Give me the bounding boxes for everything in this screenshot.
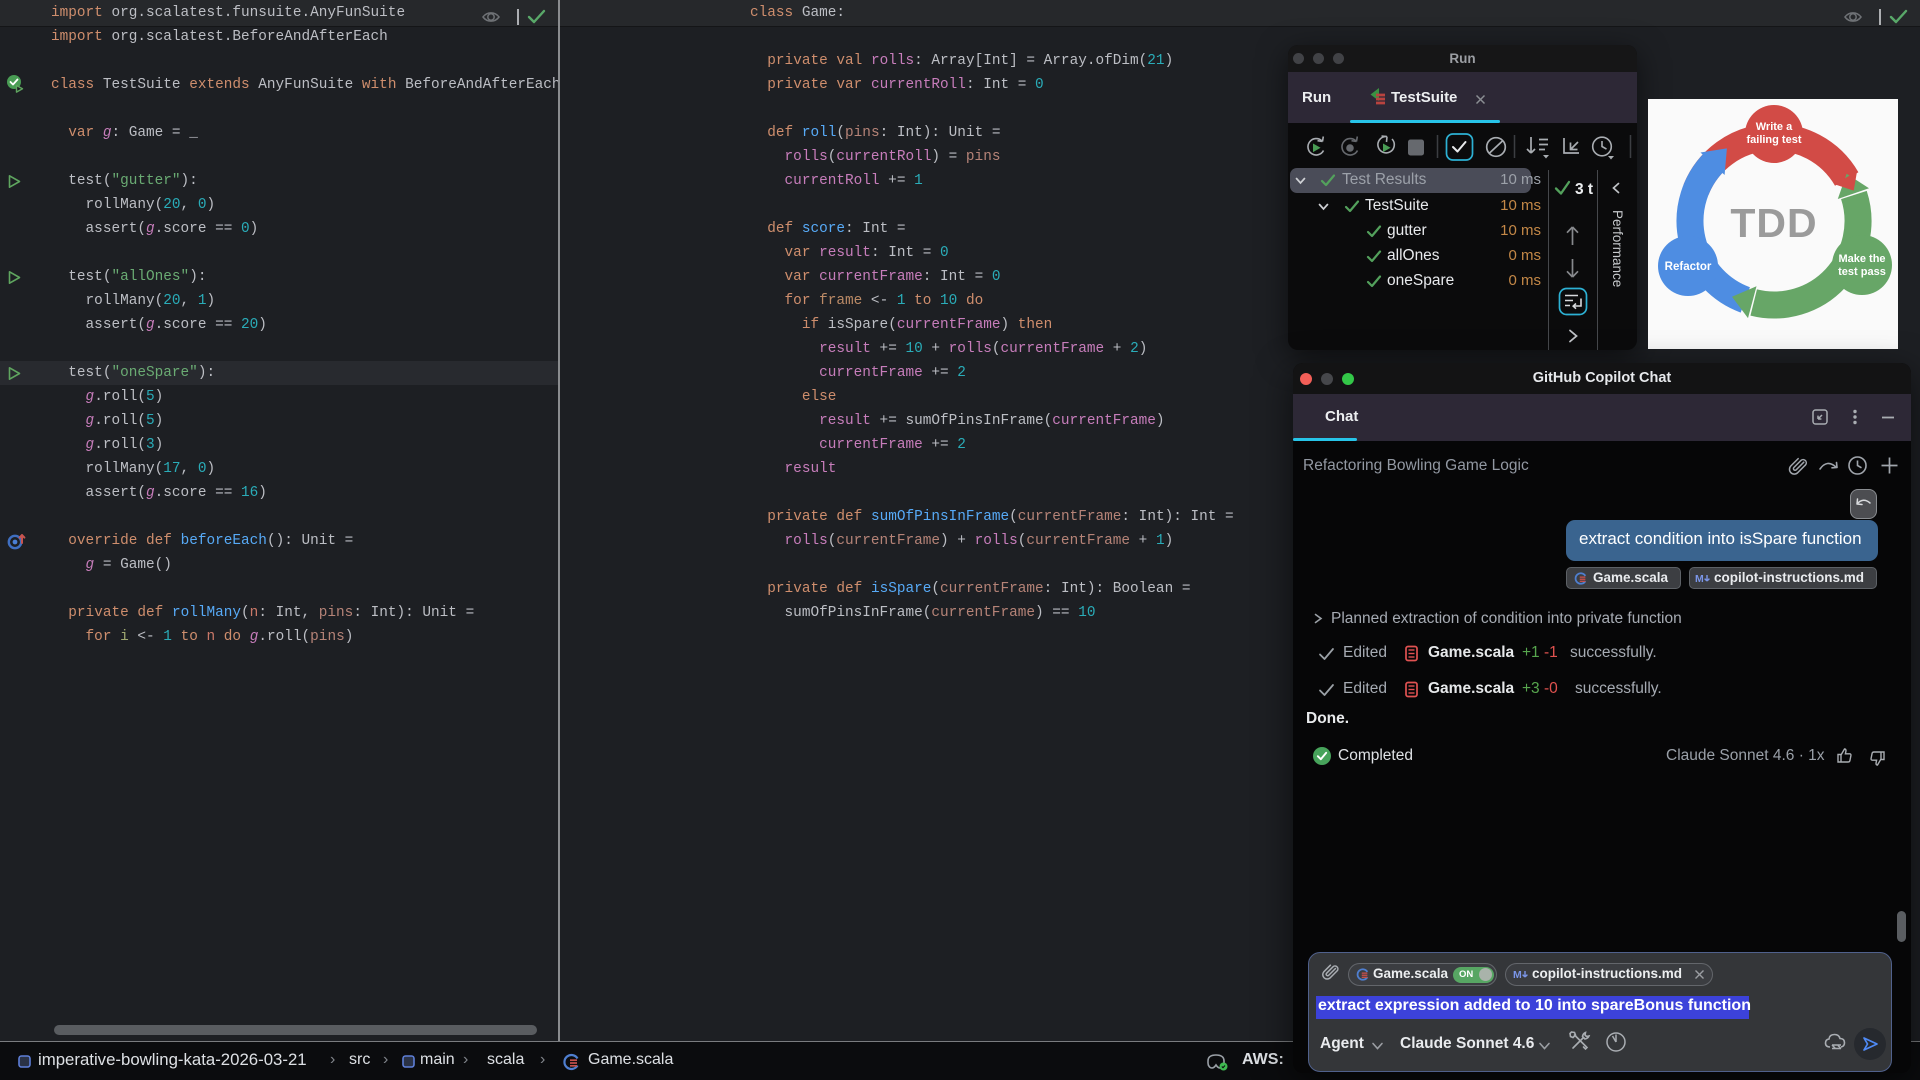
svg-text:Make the: Make the — [1838, 253, 1885, 265]
svg-text:M: M — [1695, 573, 1704, 585]
svg-text:3 t: 3 t — [1575, 181, 1593, 198]
svg-text:test pass: test pass — [1838, 266, 1886, 278]
svg-text:Write a: Write a — [1756, 121, 1793, 133]
svg-text:TDD: TDD — [1730, 200, 1817, 246]
svg-text:Refactor: Refactor — [1665, 261, 1712, 273]
svg-text:M: M — [1513, 969, 1522, 981]
svg-text:failing test: failing test — [1746, 134, 1801, 146]
